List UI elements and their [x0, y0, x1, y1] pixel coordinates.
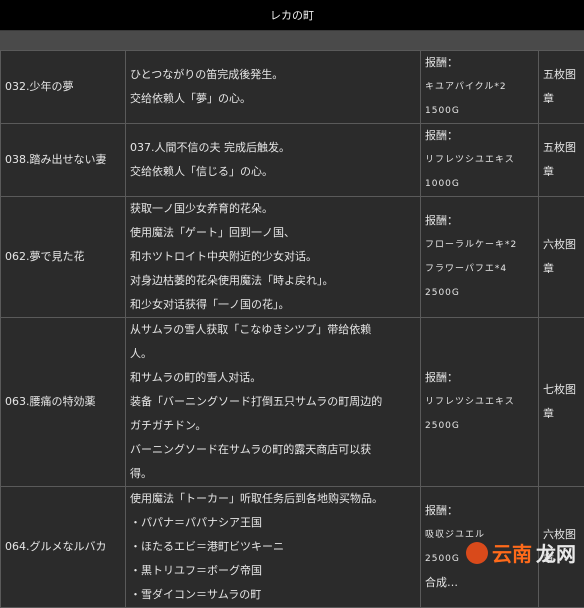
watermark-text-b: 龙网: [536, 538, 576, 567]
reward-note: 合成…: [425, 571, 534, 595]
description-line: 交给依赖人「夢」の心。: [130, 87, 416, 111]
quest-description: 获取一ノ国少女养育的花朵。 使用魔法「ゲート」回到一ノ国、 和ホツトロイト中央附…: [126, 197, 421, 318]
quest-name: 064.グルメなルバカ: [1, 487, 126, 608]
quest-name: 063.腰痛の特効薬: [1, 318, 126, 487]
reward-item: リフレツシユエキス: [425, 390, 534, 414]
description-line: 使用魔法「ゲート」回到一ノ国、: [130, 221, 416, 245]
description-line: 获取一ノ国少女养育的花朵。: [130, 197, 416, 221]
page-title-bar: レカの町: [0, 0, 584, 31]
description-line: 和サムラの町的雪人对话。: [130, 366, 416, 390]
reward-item: フラワーパフエ*4: [425, 257, 534, 281]
reward-gold: 2500G: [425, 281, 534, 305]
quest-table: 032.少年の夢 ひとつながりの笛完成後発生。 交给依赖人「夢」の心。 报酬： …: [0, 50, 584, 608]
description-line: 对身边枯萎的花朵使用魔法「時よ戻れ」。: [130, 269, 416, 293]
quest-image-count: 六枚图 章: [539, 197, 584, 318]
quest-image-count: 五枚图 章: [539, 124, 584, 197]
quest-image-count: 五枚图 章: [539, 51, 584, 124]
table-row: 038.踏み出せない妻 037.人間不信の夫 完成后触发。 交给依赖人「信じる」…: [1, 124, 584, 197]
quest-name: 038.踏み出せない妻: [1, 124, 126, 197]
description-line: 和ホツトロイト中央附近的少女对话。: [130, 245, 416, 269]
quest-reward: 报酬： フローラルケーキ*2 フラワーパフエ*4 2500G: [421, 197, 539, 318]
description-line: ガチガチドン。: [130, 414, 416, 438]
reward-gold: 1500G: [425, 99, 534, 123]
description-line: ・パパナ＝パパナシア王国: [130, 511, 416, 535]
table-row: 032.少年の夢 ひとつながりの笛完成後発生。 交给依赖人「夢」の心。 报酬： …: [1, 51, 584, 124]
table-row: 063.腰痛の特効薬 从サムラの雪人获取「こなゆきシツプ」带给依赖 人。 和サム…: [1, 318, 584, 487]
reward-item: キユアパイクル*2: [425, 75, 534, 99]
description-line: 人。: [130, 342, 416, 366]
description-line: 使用魔法「トーカー」听取任务后到各地购买物品。: [130, 487, 416, 511]
quest-description: ひとつながりの笛完成後発生。 交给依赖人「夢」の心。: [126, 51, 421, 124]
quest-description: 使用魔法「トーカー」听取任务后到各地购买物品。 ・パパナ＝パパナシア王国 ・ほた…: [126, 487, 421, 608]
description-line: バーニングソード在サムラの町的露天商店可以获: [130, 438, 416, 462]
page-title: レカの町: [270, 7, 314, 23]
quest-image-count: 七枚图 章: [539, 318, 584, 487]
description-line: ・黒トリユフ＝ボーグ帝国: [130, 559, 416, 583]
description-line: ひとつながりの笛完成後発生。: [130, 63, 416, 87]
reward-label: 报酬：: [425, 499, 534, 523]
reward-label: 报酬：: [425, 124, 534, 148]
description-line: ・ほたるエビ＝港町ビツキーニ: [130, 535, 416, 559]
description-line: 和少女对话获得「一ノ国の花」。: [130, 293, 416, 317]
quest-reward: 报酬： リフレツシユエキス 1000G: [421, 124, 539, 197]
description-line: 得。: [130, 462, 416, 486]
table-row: 062.夢で見た花 获取一ノ国少女养育的花朵。 使用魔法「ゲート」回到一ノ国、 …: [1, 197, 584, 318]
description-line: 交给依赖人「信じる」の心。: [130, 160, 416, 184]
reward-label: 报酬：: [425, 51, 534, 75]
reward-gold: 1000G: [425, 172, 534, 196]
reward-gold: 2500G: [425, 414, 534, 438]
description-line: 037.人間不信の夫 完成后触发。: [130, 136, 416, 160]
reward-label: 报酬：: [425, 366, 534, 390]
reward-item: フローラルケーキ*2: [425, 233, 534, 257]
quest-name: 062.夢で見た花: [1, 197, 126, 318]
description-line: 从サムラの雪人获取「こなゆきシツプ」带给依赖: [130, 318, 416, 342]
site-watermark: 云南龙网: [466, 538, 576, 567]
reward-label: 报酬：: [425, 209, 534, 233]
watermark-logo-icon: [466, 542, 488, 564]
quest-description: 从サムラの雪人获取「こなゆきシツプ」带给依赖 人。 和サムラの町的雪人对话。 装…: [126, 318, 421, 487]
quest-reward: 报酬： キユアパイクル*2 1500G: [421, 51, 539, 124]
quest-description: 037.人間不信の夫 完成后触发。 交给依赖人「信じる」の心。: [126, 124, 421, 197]
quest-reward: 报酬： リフレツシユエキス 2500G: [421, 318, 539, 487]
description-line: 装备「バーニングソード打倒五只サムラの町周边的: [130, 390, 416, 414]
quest-name: 032.少年の夢: [1, 51, 126, 124]
watermark-text-a: 云南: [492, 538, 532, 567]
reward-item: リフレツシユエキス: [425, 148, 534, 172]
header-divider-bar: [0, 31, 584, 50]
description-line: ・雪ダイコン＝サムラの町: [130, 583, 416, 607]
